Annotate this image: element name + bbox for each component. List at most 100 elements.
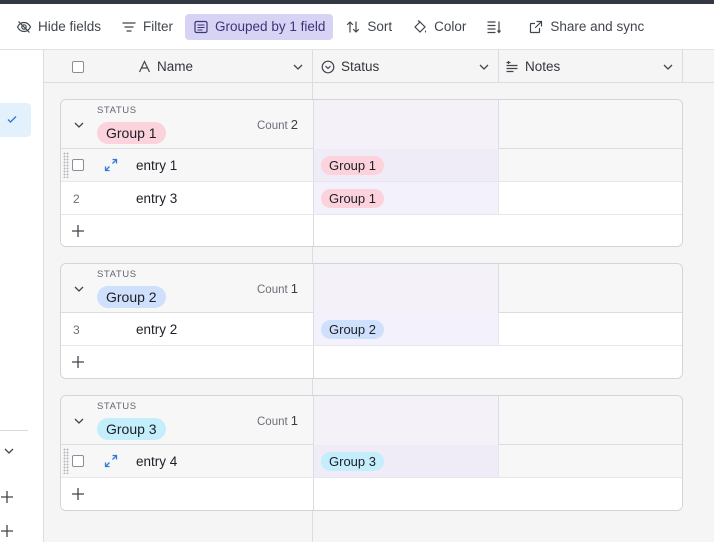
group-field-label: STATUS xyxy=(97,269,137,280)
share-and-sync-label: Share and sync xyxy=(550,19,645,34)
color-bucket-icon xyxy=(414,19,427,33)
sort-icon xyxy=(347,20,360,33)
grouped-by-button[interactable]: Grouped by 1 field xyxy=(185,13,334,40)
group-count-value: 1 xyxy=(290,281,298,296)
check-icon xyxy=(7,116,17,123)
filter-label: Filter xyxy=(143,19,174,34)
sort-button[interactable]: Sort xyxy=(337,14,400,40)
group-count-value: 1 xyxy=(290,413,298,428)
group-field-label: STATUS xyxy=(97,401,137,412)
status-pill: Group 1 xyxy=(321,189,384,208)
chevron-down-icon[interactable] xyxy=(2,444,16,458)
chevron-down-icon[interactable] xyxy=(73,283,85,295)
cell-notes[interactable] xyxy=(499,149,682,181)
plus-icon[interactable] xyxy=(0,490,14,504)
group-header-status-cell xyxy=(313,264,499,313)
column-label-name: Name xyxy=(157,59,194,74)
column-label-notes: Notes xyxy=(525,59,561,74)
group-header: STATUS Group 1 Count 2 xyxy=(61,100,682,149)
left-sidebar xyxy=(0,50,44,542)
column-header-notes[interactable]: Notes xyxy=(498,50,683,83)
chevron-down-icon[interactable] xyxy=(478,61,490,73)
plus-icon[interactable] xyxy=(71,487,85,501)
group-header: STATUS Group 2 Count 1 xyxy=(61,264,682,313)
add-record-row[interactable] xyxy=(61,478,682,510)
table-row[interactable]: 3 entry 2 Group 2 xyxy=(61,313,682,346)
add-record-row[interactable] xyxy=(61,346,682,378)
group-value-pill: Group 1 xyxy=(97,122,166,144)
cell-status[interactable]: Group 2 xyxy=(313,313,499,345)
group-count-value: 2 xyxy=(290,117,298,132)
group-section: STATUS Group 2 Count 1 3 entry 2 Group 2 xyxy=(60,263,683,379)
chevron-down-icon[interactable] xyxy=(662,61,674,73)
group-count-label: Count xyxy=(257,120,288,132)
chevron-down-icon[interactable] xyxy=(73,415,85,427)
row-checkbox[interactable] xyxy=(72,455,84,467)
share-and-sync-button[interactable]: Share and sync xyxy=(520,14,652,40)
drag-handle[interactable] xyxy=(63,448,69,474)
group-count-label: Count xyxy=(257,416,288,428)
add-row-filler xyxy=(313,346,682,378)
grid-view: Name Status Notes STATUS Group 1 Count 2 … xyxy=(44,50,714,542)
status-pill: Group 2 xyxy=(321,320,384,339)
drag-handle[interactable] xyxy=(63,152,69,178)
chevron-down-icon[interactable] xyxy=(292,61,304,73)
status-pill: Group 1 xyxy=(321,156,384,175)
table-row[interactable]: entry 1 Group 1 xyxy=(61,149,682,182)
group-header: STATUS Group 3 Count 1 xyxy=(61,396,682,445)
table-row[interactable]: 2 entry 3 Group 1 xyxy=(61,182,682,215)
color-label: Color xyxy=(434,19,467,34)
plus-icon[interactable] xyxy=(71,355,85,369)
add-record-row[interactable] xyxy=(61,215,682,246)
status-pill: Group 3 xyxy=(321,452,384,471)
group-field-label: STATUS xyxy=(97,105,137,116)
row-number: 2 xyxy=(73,192,80,206)
cell-name[interactable]: entry 2 xyxy=(136,322,177,337)
filter-icon xyxy=(122,21,136,32)
row-height-button[interactable] xyxy=(478,14,516,40)
cell-notes[interactable] xyxy=(499,182,682,214)
row-checkbox[interactable] xyxy=(72,159,84,171)
plus-icon[interactable] xyxy=(71,224,85,238)
select-all-cell xyxy=(44,50,114,83)
cell-notes[interactable] xyxy=(499,445,682,477)
group-count: Count 2 xyxy=(257,117,298,132)
grid-header: Name Status Notes xyxy=(44,50,714,83)
column-header-name[interactable]: Name xyxy=(114,50,312,83)
share-icon xyxy=(530,20,543,33)
hide-fields-label: Hide fields xyxy=(38,19,102,34)
row-height-icon xyxy=(487,20,502,33)
sidebar-divider xyxy=(0,430,28,431)
cell-name[interactable]: entry 1 xyxy=(136,158,177,173)
cell-status[interactable]: Group 3 xyxy=(313,445,499,477)
color-button[interactable]: Color xyxy=(404,14,474,40)
group-count-label: Count xyxy=(257,284,288,296)
eye-off-icon xyxy=(16,20,32,33)
cell-notes[interactable] xyxy=(499,313,682,345)
table-row[interactable]: entry 4 Group 3 xyxy=(61,445,682,478)
expand-icon[interactable] xyxy=(104,158,118,172)
filter-button[interactable]: Filter xyxy=(113,14,181,40)
group-value-pill: Group 2 xyxy=(97,286,166,308)
select-all-checkbox[interactable] xyxy=(72,61,84,73)
cell-name[interactable]: entry 3 xyxy=(136,191,177,206)
row-number: 3 xyxy=(73,323,80,337)
expand-icon[interactable] xyxy=(104,454,118,468)
group-icon xyxy=(194,20,208,33)
group-value-pill: Group 3 xyxy=(97,418,166,440)
cell-status[interactable]: Group 1 xyxy=(313,182,499,214)
sort-label: Sort xyxy=(367,19,393,34)
plus-icon[interactable] xyxy=(0,524,14,538)
group-count: Count 1 xyxy=(257,413,298,428)
add-row-filler xyxy=(313,478,682,510)
column-header-status[interactable]: Status xyxy=(312,50,498,83)
chevron-down-icon[interactable] xyxy=(73,119,85,131)
status-field-icon xyxy=(321,60,335,73)
cell-name[interactable]: entry 4 xyxy=(136,454,177,469)
group-section: STATUS Group 3 Count 1 entry 4 Group 3 xyxy=(60,395,683,511)
cell-status[interactable]: Group 1 xyxy=(313,149,499,181)
hide-fields-button[interactable]: Hide fields xyxy=(8,14,109,40)
view-toolbar: Hide fields Filter Grouped by 1 field So… xyxy=(0,4,714,50)
column-label-status: Status xyxy=(341,59,380,74)
notes-field-icon xyxy=(506,60,518,72)
